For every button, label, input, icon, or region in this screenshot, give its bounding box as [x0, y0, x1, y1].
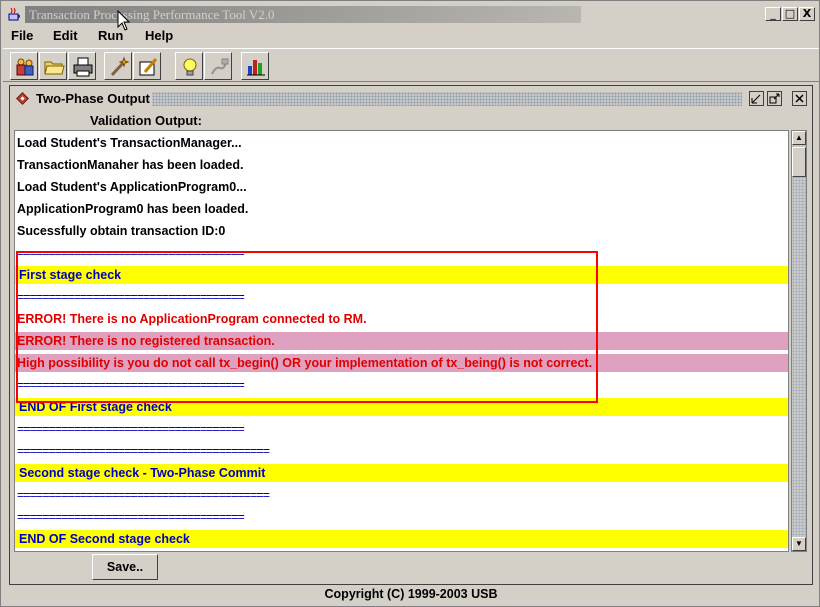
people-button[interactable] [10, 52, 38, 80]
menu-help[interactable]: Help [145, 28, 173, 43]
scroll-up-arrow-icon[interactable]: ▲ [792, 131, 806, 145]
plug-icon [211, 58, 229, 75]
close-icon [795, 94, 804, 103]
wand-button[interactable] [104, 52, 132, 80]
output-line: END OF Second stage check [15, 530, 788, 548]
printer-icon [73, 57, 93, 77]
save-button[interactable]: Save.. [92, 554, 158, 580]
menu-file[interactable]: File [11, 28, 33, 43]
copyright-footer: Copyright (C) 1999-2003 USB [324, 587, 498, 601]
minimize-button[interactable]: _ [765, 7, 781, 21]
frame-maximize-button[interactable] [767, 91, 782, 106]
scroll-down-arrow-icon[interactable]: ▼ [792, 537, 806, 551]
output-line: ==================================== [17, 246, 245, 260]
connect-button[interactable] [204, 52, 232, 80]
java-cup-icon [8, 7, 20, 21]
frame-title: Two-Phase Output [36, 91, 150, 106]
output-line: Second stage check - Two-Phase Commit [15, 464, 788, 482]
menu-bar: File Edit Run Help [3, 26, 819, 46]
lightbulb-icon [183, 58, 197, 76]
hint-button[interactable] [175, 52, 203, 80]
output-line: TransactionManaher has been loaded. [17, 158, 244, 172]
output-line: ==================================== [17, 290, 245, 304]
output-line: END OF First stage check [15, 398, 788, 416]
folder-icon [44, 61, 65, 75]
people-icon [16, 58, 34, 76]
output-line: ==================================== [17, 510, 245, 524]
wand-icon [110, 56, 130, 77]
menu-edit[interactable]: Edit [53, 28, 78, 43]
output-line: ==================================== [17, 378, 245, 392]
title-strip: Transaction Processing Performance Tool … [25, 6, 581, 23]
frame-iconify-button[interactable] [749, 91, 764, 106]
restore-icon [769, 93, 780, 104]
chart-icon [247, 60, 265, 76]
output-line: ERROR! There is no ApplicationProgram co… [17, 312, 367, 326]
output-line: ======================================== [17, 444, 270, 458]
output-line: ======================================== [17, 488, 270, 502]
chart-button[interactable] [241, 52, 269, 80]
open-folder-button[interactable] [39, 52, 67, 80]
validation-output-textarea[interactable]: Load Student's TransactionManager... Tran… [14, 130, 789, 552]
output-line: Sucessfully obtain transaction ID:0 [17, 224, 226, 238]
edit-doc-button[interactable] [133, 52, 161, 80]
frame-close-button[interactable] [792, 91, 807, 106]
output-line: ApplicationProgram0 has been loaded. [17, 202, 249, 216]
app-window: Transaction Processing Performance Tool … [0, 0, 820, 607]
maximize-button[interactable]: □ [782, 7, 798, 21]
window-title: Transaction Processing Performance Tool … [29, 7, 275, 22]
title-dots-pattern [152, 92, 742, 106]
print-button[interactable] [68, 52, 96, 80]
edit-doc-icon [139, 58, 158, 76]
output-line: Load Student's TransactionManager... [17, 136, 242, 150]
menu-run[interactable]: Run [98, 28, 123, 43]
frame-title-bar[interactable]: Two-Phase Output [12, 88, 810, 110]
output-line: ==================================== [17, 422, 245, 436]
output-line: ERROR! There is no registered transactio… [15, 332, 788, 350]
scroll-thumb[interactable] [792, 147, 806, 177]
validation-output-label: Validation Output: [90, 113, 202, 128]
output-line: First stage check [15, 266, 788, 284]
vertical-scrollbar[interactable]: ▲ ▼ [791, 130, 807, 552]
two-phase-output-frame: Two-Phase Output Validation Output: Load… [9, 85, 813, 585]
output-line: Load Student's ApplicationProgram0... [17, 180, 247, 194]
iconify-icon [751, 94, 761, 104]
close-button[interactable]: X [799, 7, 815, 21]
toolbar [3, 48, 819, 82]
output-line: High possibility is you do not call tx_b… [15, 354, 788, 372]
frame-diamond-icon [16, 92, 29, 105]
